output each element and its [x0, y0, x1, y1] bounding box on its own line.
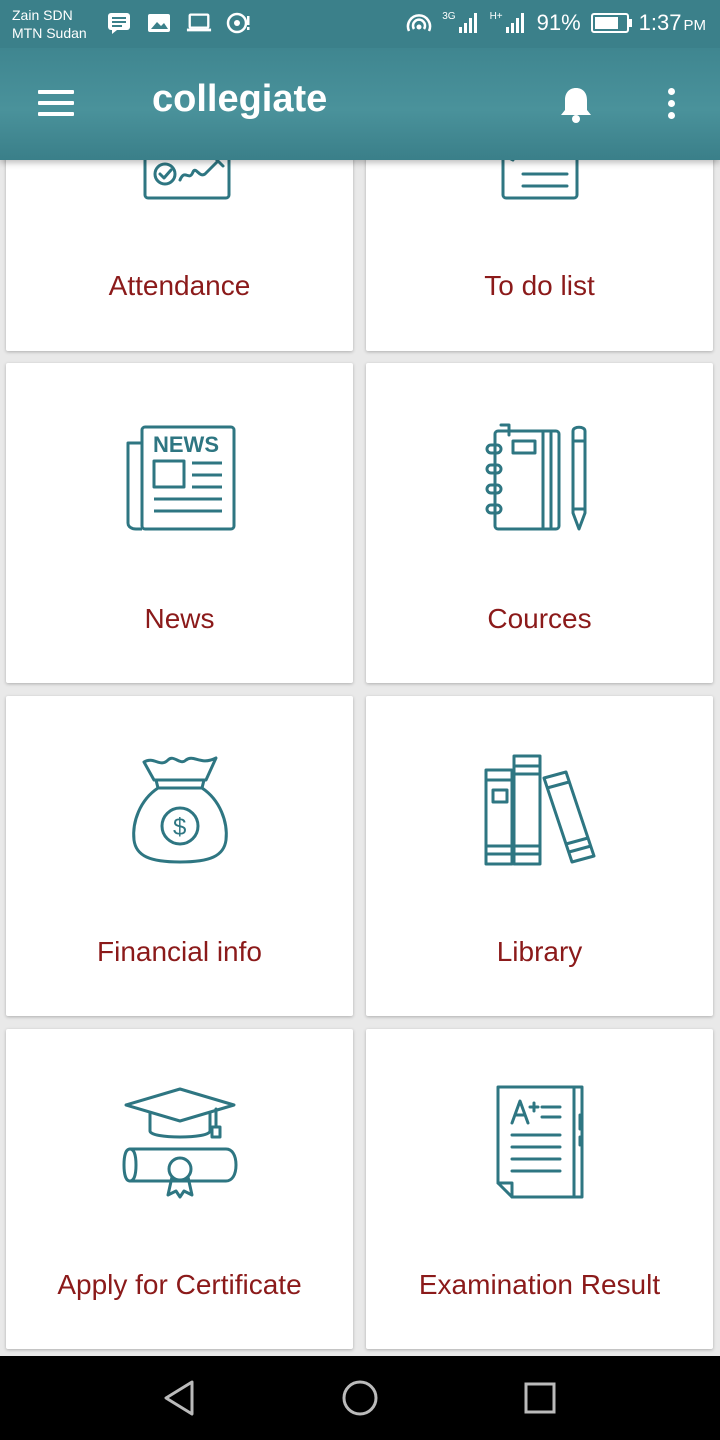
tile-apply-certificate[interactable]: Apply for Certificate: [6, 1029, 353, 1349]
svg-text:NEWS: NEWS: [153, 432, 219, 457]
network-type-1: 3G: [442, 11, 456, 22]
svg-text:$: $: [173, 814, 186, 841]
battery-percent: 91%: [536, 10, 581, 35]
tile-examination-result[interactable]: Examination Result: [366, 1029, 713, 1349]
signal-bars-icon: [505, 13, 524, 33]
status-bar: Zain SDN MTN Sudan 3G H+ 91% 1:37 PM: [0, 0, 720, 48]
hotspot-icon: [226, 12, 252, 34]
laptop-icon: [186, 12, 212, 34]
tile-label: Financial info: [97, 936, 262, 967]
signal-1: 3G: [442, 12, 479, 34]
status-right: 3G H+ 91% 1:37 PM: [406, 10, 706, 36]
tile-library[interactable]: Library: [366, 696, 713, 1016]
more-vert-icon[interactable]: [660, 84, 684, 124]
notebook-icon: [485, 423, 586, 531]
carrier-2: MTN Sudan: [12, 25, 87, 41]
network-type-2: H+: [489, 11, 503, 22]
app-title: collegiate: [152, 78, 328, 120]
tile-label: To do list: [484, 270, 595, 301]
tile-label: Cources: [487, 603, 592, 634]
wifi-calling-icon: [406, 14, 432, 32]
tile-label: News: [144, 603, 215, 634]
tile-label: Examination Result: [418, 1269, 661, 1300]
tile-label: Attendance: [108, 270, 251, 301]
hamburger-icon[interactable]: [38, 90, 74, 118]
books-icon: [484, 754, 595, 866]
system-nav-bar: [0, 1356, 720, 1440]
recents-icon[interactable]: [518, 1376, 562, 1420]
signal-bars-icon: [458, 13, 477, 33]
message-icon: [106, 12, 132, 34]
home-icon[interactable]: [338, 1376, 382, 1420]
tile-label: Library: [496, 936, 583, 967]
tile-courses[interactable]: Cources: [366, 363, 713, 683]
bell-icon[interactable]: [556, 84, 596, 124]
newspaper-icon: NEWS: [126, 425, 235, 531]
clock: 1:37: [638, 10, 682, 35]
signal-2: H+: [490, 12, 527, 34]
tile-news[interactable]: NEWS News: [6, 363, 353, 683]
carrier-info: Zain SDN MTN Sudan: [12, 6, 87, 42]
graduation-icon: [122, 1087, 237, 1199]
notification-icons: [106, 12, 252, 34]
app-bar: collegiate: [0, 48, 720, 160]
carrier-1: Zain SDN: [12, 7, 73, 23]
tile-label: Apply for Certificate: [57, 1269, 302, 1300]
image-icon: [146, 12, 172, 34]
back-icon[interactable]: [158, 1376, 202, 1420]
exam-result-icon: [496, 1085, 583, 1199]
tile-financial-info[interactable]: $ Financial info: [6, 696, 353, 1016]
battery-icon: [590, 13, 632, 33]
money-bag-icon: $: [131, 756, 228, 864]
clock-ampm: PM: [683, 17, 707, 34]
